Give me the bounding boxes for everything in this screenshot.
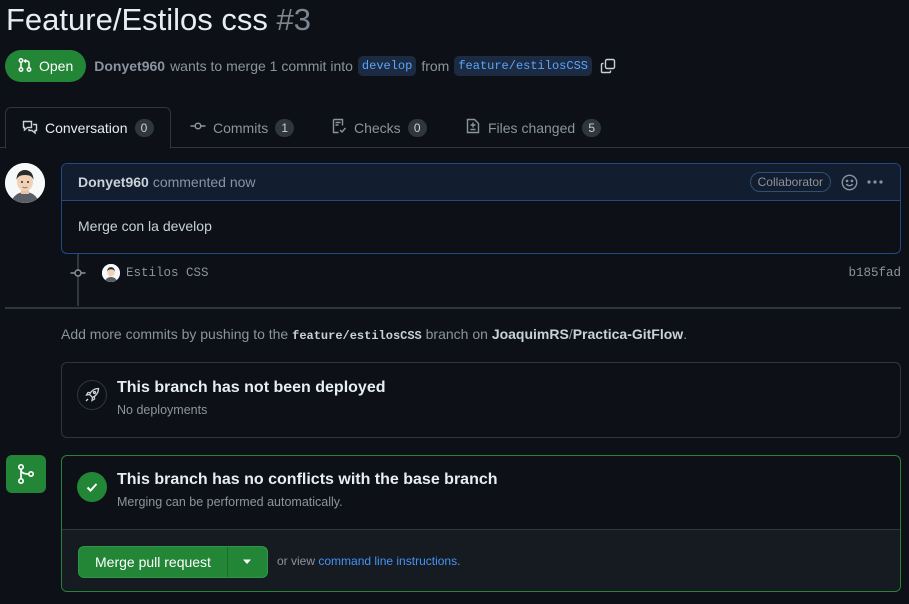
pr-author-link[interactable]: Donyet960 [94, 58, 165, 74]
push-hint: Add more commits by pushing to the featu… [61, 326, 687, 343]
tab-counter: 0 [407, 118, 427, 137]
kebab-menu-icon[interactable] [866, 174, 884, 190]
repo-name-link[interactable]: Practica-GitFlow [573, 326, 683, 342]
comment-discussion-icon [22, 119, 38, 138]
avatar[interactable] [5, 163, 45, 203]
push-hint-branch: feature/estilosCSS [292, 329, 422, 343]
copy-icon[interactable] [600, 58, 616, 74]
push-hint-middle: branch on [425, 326, 488, 342]
checklist-icon [331, 118, 347, 137]
check-icon [77, 472, 107, 502]
pr-number: #3 [276, 2, 311, 37]
git-commit-icon [190, 118, 206, 137]
tab-checks[interactable]: Checks 0 [331, 107, 427, 148]
commit-row: Estilos CSS b185fad [70, 263, 901, 283]
commit-message[interactable]: Estilos CSS [126, 266, 209, 280]
comment-author[interactable]: Donyet960 [78, 174, 149, 190]
command-line-hint: or view command line instructions. [277, 554, 460, 568]
repo-owner-link[interactable]: JoaquimRS [492, 326, 569, 342]
timeline-separator [5, 307, 901, 309]
command-line-instructions-link[interactable]: command line instructions [318, 554, 457, 568]
tab-commits[interactable]: Commits 1 [190, 107, 295, 148]
commit-sha[interactable]: b185fad [848, 266, 901, 280]
smiley-icon[interactable] [841, 174, 858, 191]
collaborator-badge: Collaborator [749, 172, 831, 192]
merge-options-dropdown[interactable] [226, 547, 267, 577]
deploy-subtitle: No deployments [117, 403, 208, 417]
git-merge-icon [6, 455, 46, 493]
tab-label: Files changed [488, 119, 576, 136]
merge-title: This branch has no conflicts with the ba… [117, 471, 498, 488]
state-label: Open [39, 58, 74, 74]
merge-summary: Donyet960 wants to merge 1 commit into d… [94, 56, 616, 76]
comment-timestamp[interactable]: commented now [153, 174, 256, 190]
push-hint-prefix: Add more commits by pushing to the [61, 326, 289, 342]
commit-avatar[interactable] [102, 264, 120, 282]
state-badge: Open [5, 50, 87, 82]
merge-button-group: Merge pull request [78, 546, 268, 578]
tab-counter: 1 [275, 118, 295, 137]
pr-comment: Donyet960 commented now Collaborator Mer… [61, 163, 901, 254]
merge-summary-text: wants to merge 1 commit into [170, 58, 353, 74]
pr-tabs: Conversation 0 Commits 1 Checks 0 Files … [0, 107, 909, 149]
tab-counter: 0 [134, 119, 154, 137]
from-text: from [421, 58, 450, 74]
tab-files-changed[interactable]: Files changed 5 [465, 107, 602, 148]
link-suffix: . [457, 554, 461, 568]
merge-pull-request-button[interactable]: Merge pull request [79, 547, 227, 577]
head-branch[interactable]: feature/estilosCSS [454, 56, 592, 76]
file-diff-icon [465, 118, 481, 137]
comment-body: Merge con la develop [78, 218, 212, 234]
git-commit-icon [70, 265, 86, 281]
or-view-text: or view [277, 554, 316, 568]
tab-counter: 5 [582, 118, 602, 137]
git-pull-request-icon [17, 57, 33, 76]
tab-label: Commits [213, 119, 269, 136]
merge-subtitle: Merging can be performed automatically. [117, 495, 343, 509]
pr-title-text: Feature/Estilos css [6, 2, 268, 37]
merge-status-box: This branch has no conflicts with the ba… [61, 455, 901, 592]
comment-header: Donyet960 commented now Collaborator [62, 164, 900, 201]
tab-label: Checks [354, 119, 401, 136]
triangle-down-icon [242, 559, 252, 565]
tab-conversation[interactable]: Conversation 0 [5, 107, 171, 149]
base-branch[interactable]: develop [357, 56, 417, 76]
tab-label: Conversation [45, 120, 128, 136]
merge-footer: Merge pull request or view command line … [62, 529, 900, 591]
pr-state-row: Open Donyet960 wants to merge 1 commit i… [5, 50, 616, 82]
deploy-title: This branch has not been deployed [117, 379, 386, 396]
deployment-status-box: This branch has not been deployed No dep… [61, 362, 901, 438]
pr-title: Feature/Estilos css #3 [6, 2, 311, 38]
rocket-icon [77, 380, 107, 410]
push-hint-suffix: . [683, 326, 688, 342]
